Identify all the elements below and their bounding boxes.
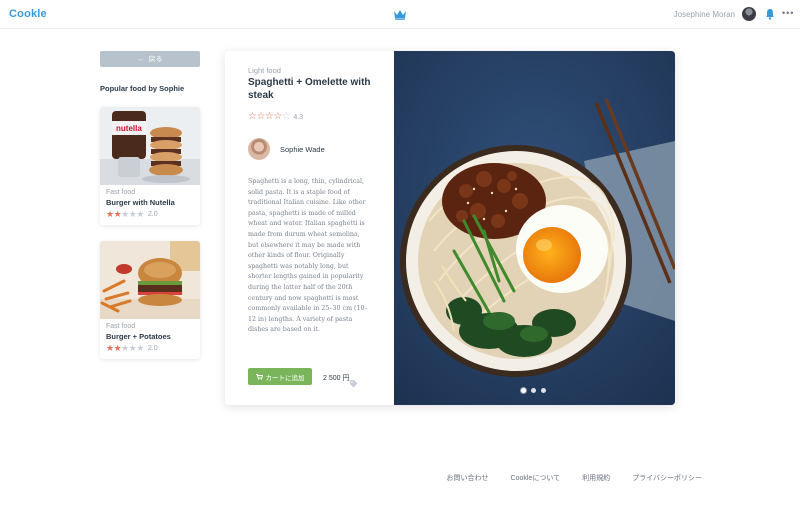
recipe-description: Spaghetti is a long, thin, cylindrical, … [248, 178, 368, 334]
rating-row: ★★★★★ 2.0 [106, 210, 200, 219]
more-icon[interactable]: ••• [782, 8, 794, 18]
star-rating-icon: ★★★★★ [106, 209, 144, 219]
add-to-cart-label: カートに追加 [265, 374, 305, 382]
crown-icon[interactable] [393, 8, 407, 20]
back-button[interactable]: ← 戻る [100, 51, 200, 67]
user-avatar[interactable] [742, 7, 756, 21]
carousel-dot-1[interactable] [521, 388, 526, 393]
food-name: Burger with Nutella [106, 198, 175, 207]
footer-links: お問い合わせ Cookleについて 利用規約 プライバシーポリシー [447, 473, 702, 483]
top-bar: Cookle Josephine Moran ••• [0, 0, 800, 29]
brand-logo[interactable]: Cookle [9, 8, 47, 20]
footer-link-about[interactable]: Cookleについて [511, 473, 561, 483]
food-photo-burger-potatoes [100, 241, 200, 319]
food-card-burger-nutella[interactable]: nutella Fast food Burger with Nutella ★★… [100, 107, 200, 225]
rating-score: 4.3 [293, 113, 304, 121]
cart-icon [255, 373, 263, 380]
recipe-rating[interactable]: ☆☆☆☆☆ 4.3 [248, 112, 303, 122]
food-photo-nutella-burger: nutella [100, 107, 200, 185]
bell-icon[interactable] [765, 8, 775, 20]
carousel-dot-2[interactable] [531, 388, 536, 393]
food-category: Fast food [106, 323, 136, 330]
star-rating-icon: ☆☆☆☆☆ [248, 111, 291, 122]
recipe-detail-card: Light food Spaghetti + Omelette with ste… [225, 51, 675, 405]
recipe-info-panel: Light food Spaghetti + Omelette with ste… [225, 51, 394, 405]
recipe-title: Spaghetti + Omelette with steak [248, 77, 371, 101]
add-to-cart-button[interactable]: カートに追加 [248, 368, 312, 385]
svg-text:nutella: nutella [116, 124, 142, 133]
food-category: Fast food [106, 189, 136, 196]
price: 2 500 円 [323, 375, 350, 382]
recipe-category: Light food [248, 66, 281, 75]
back-label: 戻る [148, 56, 163, 63]
sidebar-title: Popular food by Sophie [100, 84, 185, 93]
user-name[interactable]: Josephine Moran [674, 10, 735, 19]
footer-link-contact[interactable]: お問い合わせ [447, 473, 489, 483]
recipe-photo[interactable] [394, 51, 675, 405]
food-card-burger-potatoes[interactable]: Fast food Burger + Potatoes ★★★★★ 2.0 [100, 241, 200, 359]
author-name: Sophie Wade [280, 144, 325, 154]
carousel-dot-3[interactable] [541, 388, 546, 393]
arrow-left-icon: ← [137, 55, 145, 63]
food-name: Burger + Potatoes [106, 332, 171, 341]
footer-link-terms[interactable]: 利用規約 [582, 473, 610, 483]
author-row[interactable]: Sophie Wade [248, 138, 325, 160]
footer-link-privacy[interactable]: プライバシーポリシー [632, 473, 702, 483]
star-rating-icon: ★★★★★ [106, 343, 144, 353]
price-tag-icon [350, 380, 358, 388]
rating-score: 2.0 [147, 211, 158, 218]
rating-row: ★★★★★ 2.0 [106, 344, 200, 353]
author-avatar [248, 138, 270, 160]
rating-score: 2.0 [147, 345, 158, 352]
carousel-dots [521, 388, 546, 393]
